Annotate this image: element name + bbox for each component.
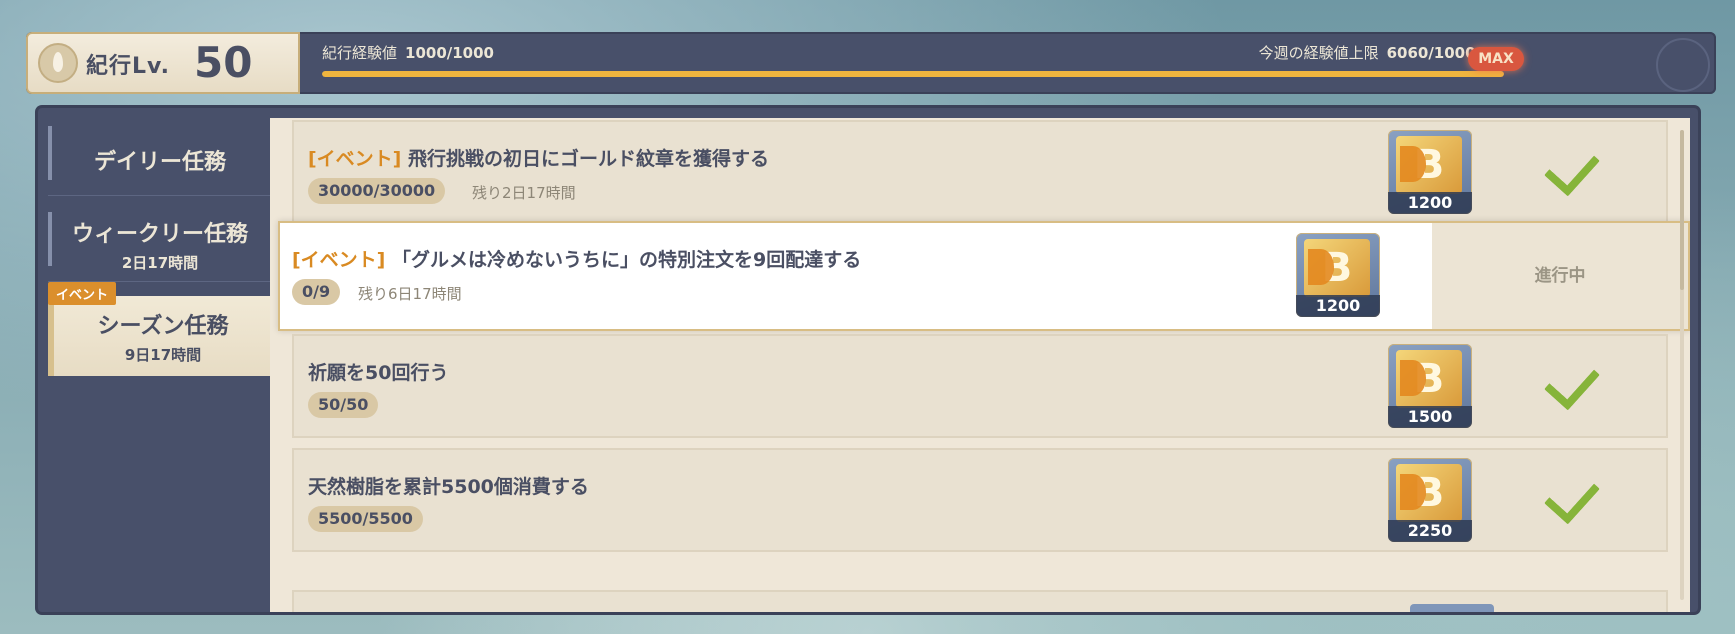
mission-progress: 0/9 <box>292 279 341 305</box>
sidebar-item-time: 2日17時間 <box>121 254 199 272</box>
mission-title: 天然樹脂を累計5500個消費する <box>308 472 589 499</box>
sidebar-item-daily[interactable]: デイリー任務 <box>48 118 272 196</box>
reward-quantity: 2250 <box>1388 520 1472 542</box>
in-progress-status: 進行中 <box>1534 266 1586 286</box>
reward-item[interactable]: B 2250 <box>1388 458 1472 542</box>
weekly-limit: 今週の経験値上限 6060/10000 <box>1259 42 1486 63</box>
sidebar-item-time: 9日17時間 <box>124 346 202 364</box>
reward-quantity: 1200 <box>1388 192 1472 214</box>
mission-panel: デイリー任務 ウィークリー任務 2日17時間 イベント シーズン任務 9日17時… <box>38 108 1698 612</box>
header-ornament-icon <box>1656 38 1710 92</box>
mission-title: [イベント] 「グルメは冷めないうちに」の特別注文を9回配達する <box>292 245 861 272</box>
event-tag: [イベント] <box>308 148 402 170</box>
mission-row[interactable]: 祈願を50回行う 50/50 B 1500 <box>292 334 1668 438</box>
bp-exp-icon: B <box>1396 350 1462 408</box>
max-badge: MAX <box>1468 47 1524 71</box>
mission-title-text: 飛行挑戦の初日にゴールド紋章を獲得する <box>408 148 770 170</box>
mission-remaining: 残り2日17時間 <box>472 184 576 202</box>
level-value: 50 <box>194 38 253 87</box>
sidebar-item-label: ウィークリー任務 <box>71 222 248 247</box>
mission-list-scrollbar[interactable] <box>1680 130 1684 600</box>
level-label: 紀行Lv. <box>86 54 170 79</box>
weekly-limit-label: 今週の経験値上限 <box>1258 44 1379 62</box>
mission-remaining: 残り6日17時間 <box>358 285 462 303</box>
sidebar-accent <box>48 126 52 180</box>
sidebar-item-label: デイリー任務 <box>93 150 226 175</box>
bp-exp-icon: B <box>1396 136 1462 194</box>
mission-title: 祈願を50回行う <box>308 358 448 385</box>
reward-item[interactable]: B 1200 <box>1388 130 1472 214</box>
status-area: 進行中 <box>1432 223 1688 329</box>
mission-title: [イベント] 飛行挑戦の初日にゴールド紋章を獲得する <box>308 144 769 171</box>
mission-list[interactable]: [イベント] 飛行挑戦の初日にゴールド紋章を獲得する 30000/30000 残… <box>270 118 1690 612</box>
reward-quantity: 1500 <box>1388 406 1472 428</box>
reward-item[interactable]: B 1500 <box>1388 344 1472 428</box>
mission-row-partial[interactable] <box>292 590 1668 612</box>
level-box: 紀行Lv. 50 <box>26 32 300 94</box>
mission-row-active[interactable]: [イベント] 「グルメは冷めないうちに」の特別注文を9回配達する 0/9 残り6… <box>278 221 1690 331</box>
bp-exp-icon: B <box>1396 464 1462 522</box>
mission-title-text: 天然樹脂を累計5500個消費する <box>308 476 589 498</box>
exp-label: 紀行経験値 1000/1000 <box>322 42 494 63</box>
reward-quantity: 1200 <box>1296 295 1380 317</box>
event-tag: [イベント] <box>292 249 386 271</box>
completed-check-icon <box>1544 139 1600 197</box>
sidebar-item-season[interactable]: イベント シーズン任務 9日17時間 <box>48 282 272 376</box>
mission-progress: 50/50 <box>308 392 379 418</box>
sidebar-item-weekly[interactable]: ウィークリー任務 2日17時間 <box>48 204 272 282</box>
mission-progress: 5500/5500 <box>308 506 423 532</box>
event-tag: イベント <box>48 282 117 305</box>
battle-pass-header: 紀行Lv. 50 紀行経験値 1000/1000 今週の経験値上限 6060/100… <box>26 32 1716 94</box>
mission-category-sidebar: デイリー任務 ウィークリー任務 2日17時間 イベント シーズン任務 9日17時… <box>48 118 272 612</box>
mission-title-text: 祈願を50回行う <box>308 362 449 384</box>
mission-title-text: 「グルメは冷めないうちに」の特別注文を9回配達する <box>392 249 862 271</box>
exp-value: 1000/1000 <box>405 44 494 62</box>
sidebar-item-label: シーズン任務 <box>97 314 229 339</box>
mission-row[interactable]: 天然樹脂を累計5500個消費する 5500/5500 B 2250 <box>292 448 1668 552</box>
reward-item-partial <box>1410 604 1494 612</box>
completed-check-icon <box>1544 467 1600 525</box>
reward-item[interactable]: B 1200 <box>1296 233 1380 317</box>
emblem-icon <box>38 43 78 83</box>
exp-progress-bar <box>322 71 1504 77</box>
exp-label-text: 紀行経験値 <box>322 44 398 62</box>
sidebar-accent <box>48 212 52 266</box>
mission-row[interactable]: [イベント] 飛行挑戦の初日にゴールド紋章を獲得する 30000/30000 残… <box>292 120 1668 224</box>
completed-check-icon <box>1544 353 1600 411</box>
scrollbar-thumb[interactable] <box>1680 130 1684 290</box>
mission-progress: 30000/30000 <box>308 178 446 204</box>
bp-exp-icon: B <box>1304 239 1370 297</box>
exp-progress-fill <box>322 71 1504 77</box>
